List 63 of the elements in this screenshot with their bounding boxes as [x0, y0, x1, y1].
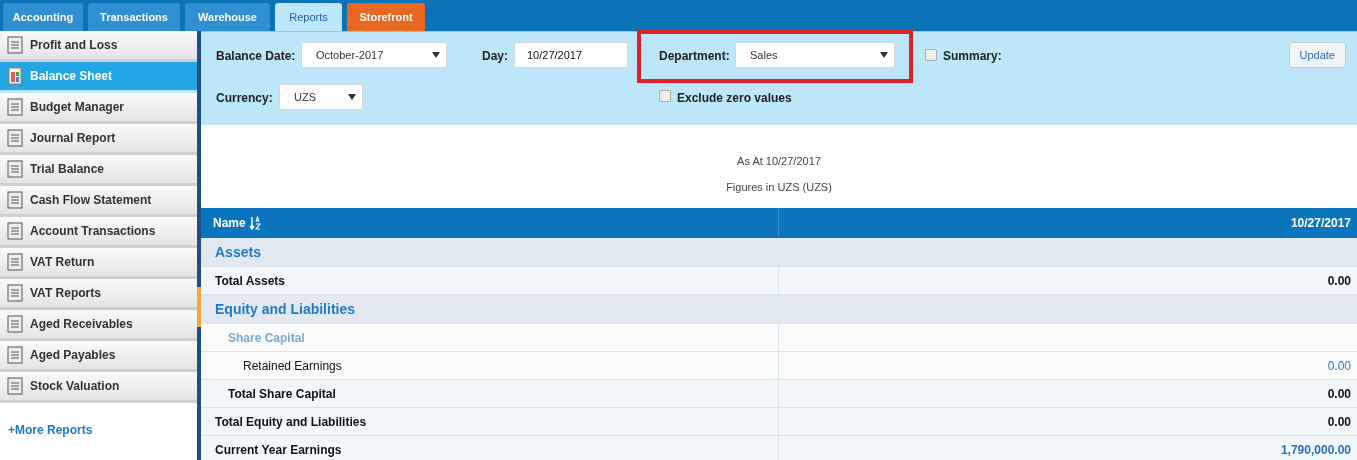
table-cell: Equity and Liabilities	[201, 295, 779, 323]
sidebar-item[interactable]: Profit and Loss	[0, 31, 197, 62]
nav-tab[interactable]: Reports	[275, 3, 342, 31]
splitter-handle[interactable]	[197, 287, 201, 327]
report-icon	[5, 283, 25, 303]
dropdown-caret-icon	[432, 52, 440, 58]
table-cell-text: 0.00	[1327, 413, 1351, 431]
report-icon	[5, 128, 25, 148]
field-label: Day:	[482, 48, 508, 65]
report-icon	[5, 345, 25, 365]
nav-tab[interactable]: Transactions	[88, 3, 180, 31]
sidebar-item[interactable]: Budget Manager	[0, 93, 197, 124]
sidebar-item[interactable]: VAT Return	[0, 248, 197, 279]
column-header: 10/27/2017	[1290, 216, 1351, 230]
sidebar-item[interactable]: Journal Report	[0, 124, 197, 155]
table-cell-text: 0.00	[1327, 385, 1351, 403]
report-icon	[5, 376, 25, 396]
dropdown[interactable]: October-2017	[301, 42, 447, 68]
checkbox[interactable]	[659, 90, 671, 102]
report-icon	[5, 190, 25, 210]
sort-icon[interactable]	[248, 216, 261, 230]
field-label: Summary:	[943, 48, 1002, 65]
report-icon	[5, 314, 25, 334]
report-icon	[5, 221, 25, 241]
sidebar-item[interactable]: Cash Flow Statement	[0, 186, 197, 217]
table-cell: Total Assets	[201, 267, 779, 294]
amount-link[interactable]: 0.00	[1327, 356, 1351, 375]
dropdown[interactable]: Sales	[735, 42, 895, 68]
nav-tab[interactable]: Warehouse	[185, 3, 270, 31]
table-cell-text: 0.00	[1327, 272, 1351, 290]
sidebar-item[interactable]: Account Transactions	[0, 217, 197, 248]
date-field[interactable]: 10/27/2017	[514, 42, 628, 68]
report-icon	[5, 66, 25, 86]
report-currency-note: Figures in UZS (UZS)	[726, 179, 832, 195]
sidebar-item[interactable]: Aged Payables	[0, 341, 197, 372]
update-button[interactable]: Update	[1288, 42, 1346, 68]
column-header[interactable]: Name	[213, 214, 246, 232]
field-label: Currency:	[216, 90, 273, 107]
field-label: Department:	[659, 48, 730, 65]
table-cell: Current Year Earnings	[201, 436, 779, 460]
table-cell: Retained Earnings	[201, 352, 779, 379]
report-date: As At 10/27/2017	[737, 154, 821, 169]
report-icon	[5, 159, 25, 179]
nav-tab[interactable]: Accounting	[3, 3, 83, 31]
sidebar-item[interactable]: VAT Reports	[0, 279, 197, 310]
report-icon	[5, 35, 25, 55]
table-cell: Share Capital	[201, 324, 779, 351]
report-icon	[5, 97, 25, 117]
report-icon	[5, 252, 25, 272]
sidebar-item[interactable]: Aged Receivables	[0, 310, 197, 341]
dropdown-caret-icon	[348, 94, 356, 100]
field-label: Exclude zero values	[677, 90, 792, 107]
more-reports-link[interactable]: +More Reports	[0, 421, 197, 439]
sidebar-item[interactable]: Trial Balance	[0, 155, 197, 186]
table-cell: Total Equity and Liabilities	[201, 408, 779, 435]
sidebar-item[interactable]: Stock Valuation	[0, 372, 197, 403]
dropdown-caret-icon	[880, 52, 888, 58]
table-cell: Total Share Capital	[201, 380, 779, 407]
field-label: Balance Date:	[216, 48, 296, 65]
table-cell: Assets	[201, 238, 779, 266]
checkbox[interactable]	[925, 49, 937, 61]
table-cell-text: 1,790,000.00	[1280, 441, 1351, 459]
dropdown[interactable]: UZS	[279, 84, 363, 110]
